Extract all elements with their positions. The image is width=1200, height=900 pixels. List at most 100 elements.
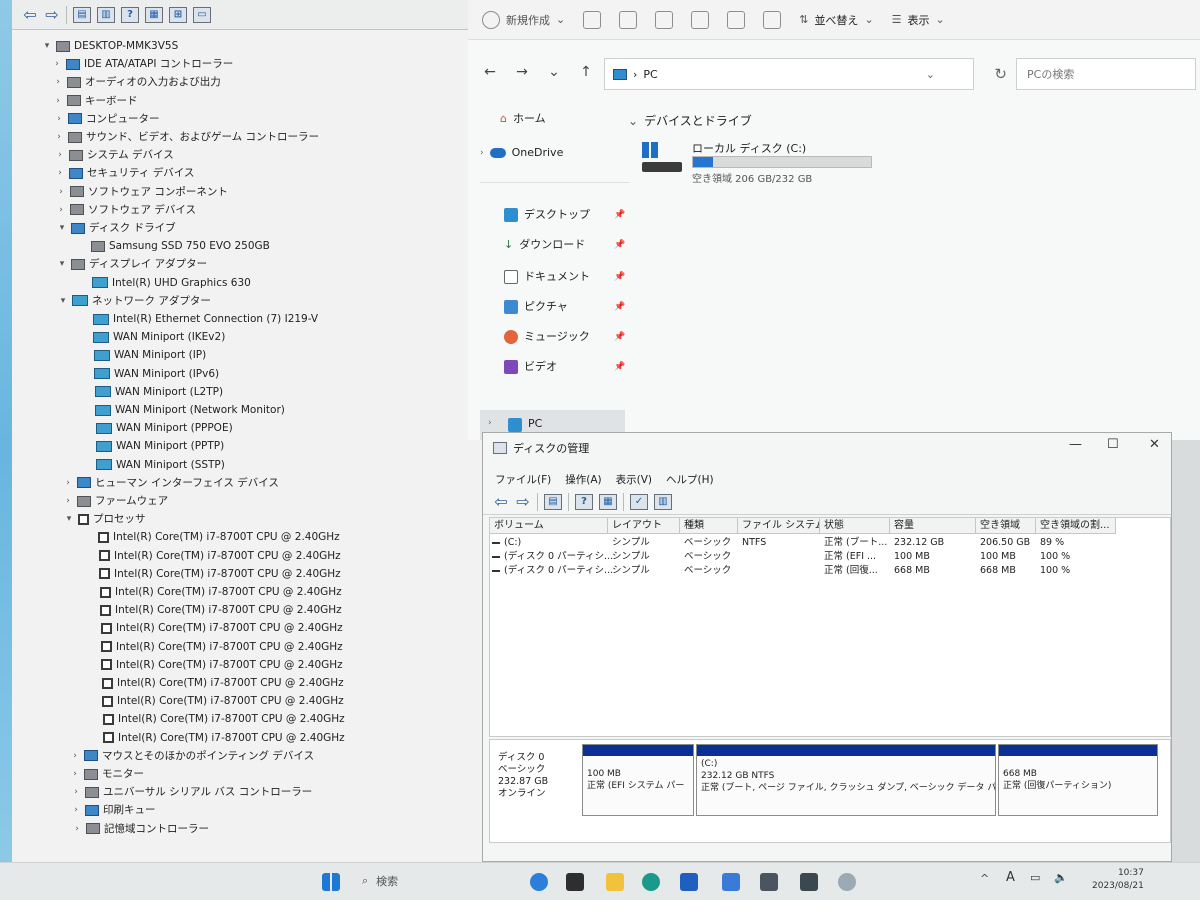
maximize-button[interactable]: ☐ xyxy=(1107,437,1119,452)
partition-recovery[interactable]: 668 MB 正常 (回復パーティション) xyxy=(998,744,1158,816)
tree-device[interactable]: Intel(R) Ethernet Connection (7) I219-V xyxy=(79,310,318,328)
tree-device[interactable]: WAN Miniport (IP) xyxy=(80,346,206,364)
tree-category[interactable]: › IDE ATA/ATAPI コントローラー xyxy=(52,55,233,73)
collapse-chevron-icon[interactable]: ▾ xyxy=(57,255,67,273)
tree-category[interactable]: › システム デバイス xyxy=(55,146,174,164)
tree-device[interactable]: Intel(R) Core(TM) i7-8700T CPU @ 2.40GHz xyxy=(84,528,340,546)
tree-device[interactable]: Intel(R) UHD Graphics 630 xyxy=(78,274,251,292)
tree-device[interactable]: Intel(R) Core(TM) i7-8700T CPU @ 2.40GHz xyxy=(86,601,342,619)
expand-chevron-icon[interactable]: › xyxy=(56,183,66,201)
collapse-chevron-icon[interactable]: ▾ xyxy=(64,510,74,528)
tree-device[interactable]: Samsung SSD 750 EVO 250GB xyxy=(77,237,270,255)
tree-category[interactable]: › ソフトウェア デバイス xyxy=(56,201,196,219)
expand-chevron-icon[interactable]: › xyxy=(488,418,492,428)
tree-category[interactable]: › キーボード xyxy=(53,92,137,110)
refresh-icon[interactable]: ↻ xyxy=(994,65,1007,83)
pin-icon[interactable]: 📌 xyxy=(614,356,625,378)
forward-arrow-icon[interactable]: ⇨ xyxy=(44,5,60,24)
tree-category[interactable]: › マウスとそのほかのポインティング デバイス xyxy=(70,747,314,765)
tree-category[interactable]: › サウンド、ビデオ、およびゲーム コントローラー xyxy=(54,128,319,146)
tree-device[interactable]: Intel(R) Core(TM) i7-8700T CPU @ 2.40GHz xyxy=(88,692,344,710)
paste-icon[interactable] xyxy=(655,10,674,29)
tree-device[interactable]: Intel(R) Core(TM) i7-8700T CPU @ 2.40GHz xyxy=(85,565,341,583)
column-header[interactable]: 空き領域の割... xyxy=(1036,518,1116,534)
tree-device[interactable]: WAN Miniport (L2TP) xyxy=(81,383,223,401)
new-button[interactable]: 新規作成 ⌄ xyxy=(482,10,565,29)
column-header[interactable]: 状態 xyxy=(820,518,890,534)
menu-view[interactable]: 表示(V) xyxy=(616,472,652,487)
tree-device[interactable]: Intel(R) Core(TM) i7-8700T CPU @ 2.40GHz xyxy=(87,619,343,637)
address-bar[interactable]: › PC ⌄ ↻ xyxy=(604,58,1007,90)
view-button[interactable]: ☰ 表示 ⌄ xyxy=(892,12,945,28)
tree-category[interactable]: › ヒューマン インターフェイス デバイス xyxy=(63,474,279,492)
properties-icon[interactable]: ▦ xyxy=(599,493,617,510)
partition-efi[interactable]: 100 MB 正常 (EFI システム パー xyxy=(582,744,694,816)
forward-icon[interactable]: → xyxy=(514,64,530,80)
up-icon[interactable]: ↑ xyxy=(578,64,594,80)
check-icon[interactable]: ✓ xyxy=(630,493,648,510)
expand-chevron-icon[interactable]: › xyxy=(70,765,80,783)
menu-help[interactable]: ヘルプ(H) xyxy=(666,472,714,487)
section-header[interactable]: ⌄ デバイスとドライブ xyxy=(628,112,752,129)
rename-icon[interactable] xyxy=(691,10,710,29)
collapse-chevron-icon[interactable]: ▾ xyxy=(42,37,52,55)
tree-device[interactable]: WAN Miniport (Network Monitor) xyxy=(81,401,285,419)
store-icon[interactable] xyxy=(680,873,698,891)
disk-mgmt-task-icon[interactable] xyxy=(800,873,818,891)
properties-icon[interactable]: ▤ xyxy=(73,6,91,23)
nav-item-documents[interactable]: ドキュメント 📌 xyxy=(504,266,625,288)
search-input[interactable]: PCの検索 xyxy=(1016,58,1196,90)
nav-item-music[interactable]: ミュージック 📌 xyxy=(504,326,625,348)
menu-file[interactable]: ファイル(F) xyxy=(495,472,551,487)
app-icon[interactable] xyxy=(838,873,856,891)
ime-indicator[interactable]: A xyxy=(1006,870,1015,885)
pin-icon[interactable]: 📌 xyxy=(614,204,625,226)
collapse-chevron-icon[interactable]: ▾ xyxy=(58,292,68,310)
tree-category[interactable]: ▾ ディスプレイ アダプター xyxy=(57,255,207,273)
expand-chevron-icon[interactable]: › xyxy=(70,747,80,765)
expand-chevron-icon[interactable]: › xyxy=(53,73,63,91)
tree-device[interactable]: Intel(R) Core(TM) i7-8700T CPU @ 2.40GHz xyxy=(88,674,344,692)
tree-device[interactable]: WAN Miniport (IKEv2) xyxy=(79,328,225,346)
expand-chevron-icon[interactable]: › xyxy=(54,110,64,128)
expand-chevron-icon[interactable]: › xyxy=(480,142,484,164)
expand-chevron-icon[interactable]: › xyxy=(55,164,65,182)
nav-item-home[interactable]: ⌂ ホーム xyxy=(500,108,546,130)
back-icon[interactable]: ← xyxy=(482,64,498,80)
back-arrow-icon[interactable]: ⇦ xyxy=(22,5,38,24)
help-icon[interactable]: ? xyxy=(121,6,139,23)
column-header[interactable]: ボリューム xyxy=(490,518,608,534)
tray-chevron-up-icon[interactable]: ^ xyxy=(980,872,989,885)
partition-c[interactable]: (C:) 232.12 GB NTFS 正常 (ブート, ページ ファイル, ク… xyxy=(696,744,996,816)
column-header[interactable]: 種類 xyxy=(680,518,738,534)
tree-category[interactable]: ▾ ディスク ドライブ xyxy=(57,219,176,237)
expand-chevron-icon[interactable]: › xyxy=(53,92,63,110)
copy-icon[interactable] xyxy=(619,10,638,29)
help-icon[interactable]: ? xyxy=(575,493,593,510)
nav-item-downloads[interactable]: ↓ ダウンロード 📌 xyxy=(504,234,625,256)
nav-item-pictures[interactable]: ピクチャ 📌 xyxy=(504,296,625,318)
tree-category[interactable]: › ユニバーサル シリアル バス コントローラー xyxy=(71,783,312,801)
menu-action[interactable]: 操作(A) xyxy=(565,472,601,487)
pin-icon[interactable]: 📌 xyxy=(614,326,625,348)
update-driver-icon[interactable]: ▥ xyxy=(97,6,115,23)
taskbar-search[interactable]: ⌕ 検索 xyxy=(362,873,398,889)
scan-hardware-icon[interactable]: ⊞ xyxy=(169,6,187,23)
recent-chevron-icon[interactable]: ⌄ xyxy=(546,64,562,80)
expand-chevron-icon[interactable]: › xyxy=(54,128,64,146)
expand-chevron-icon[interactable]: › xyxy=(71,801,81,819)
column-header[interactable]: 容量 xyxy=(890,518,976,534)
back-arrow-icon[interactable]: ⇦ xyxy=(493,492,509,511)
tree-category[interactable]: › セキュリティ デバイス xyxy=(55,164,194,182)
task-view-icon[interactable] xyxy=(566,873,584,891)
tree-category[interactable]: ▾ プロセッサ xyxy=(64,510,146,528)
tree-category[interactable]: ▾ ネットワーク アダプター xyxy=(58,292,211,310)
tree-category[interactable]: › ファームウェア xyxy=(63,492,168,510)
table-row[interactable]: (ディスク 0 パーティシ... シンプル ベーシック 正常 (回復... 668 MB… xyxy=(490,564,1170,578)
start-icon[interactable] xyxy=(322,873,340,891)
view-icon[interactable]: ▦ xyxy=(145,6,163,23)
tree-device[interactable]: Intel(R) Core(TM) i7-8700T CPU @ 2.40GHz xyxy=(89,729,345,747)
tree-device[interactable]: WAN Miniport (PPTP) xyxy=(82,437,224,455)
expand-chevron-icon[interactable]: › xyxy=(63,474,73,492)
tree-category[interactable]: › 記憶域コントローラー xyxy=(72,820,209,838)
